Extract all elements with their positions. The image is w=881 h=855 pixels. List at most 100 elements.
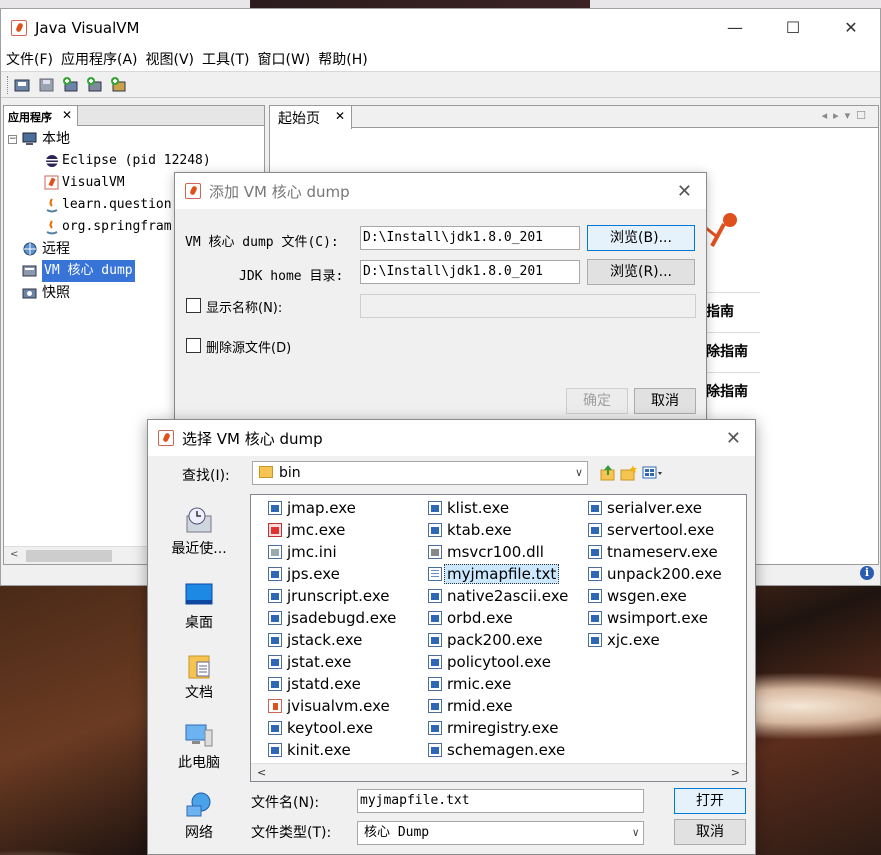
computer-icon: [183, 720, 215, 750]
place-recent-label: 最近使...: [171, 541, 227, 557]
save-icon[interactable]: [37, 75, 57, 95]
collapse-icon[interactable]: −: [8, 135, 17, 144]
file-item[interactable]: myjmapfile.txt: [427, 563, 568, 585]
scroll-left-icon[interactable]: <: [257, 766, 266, 779]
place-desktop[interactable]: 桌面: [156, 580, 242, 632]
view-menu-icon[interactable]: [642, 464, 664, 482]
file-item[interactable]: policytool.exe: [427, 651, 568, 673]
add-remote-host-icon[interactable]: [85, 75, 105, 95]
display-name-field[interactable]: [360, 294, 696, 318]
file-list-horizontal-scrollbar[interactable]: < >: [251, 763, 746, 781]
file-item[interactable]: ktab.exe: [427, 519, 568, 541]
file-item[interactable]: jmc.ini: [267, 541, 396, 563]
dump-file-field[interactable]: D:\Install\jdk1.8.0_201: [360, 226, 580, 250]
jdk-home-field[interactable]: D:\Install\jdk1.8.0_201: [360, 260, 580, 284]
file-item[interactable]: tnameserv.exe: [587, 541, 722, 563]
file-item[interactable]: servertool.exe: [587, 519, 722, 541]
desktop-background-top: [0, 0, 881, 8]
file-item[interactable]: kinit.exe: [267, 739, 396, 761]
file-name: xjc.exe: [607, 631, 660, 649]
file-item[interactable]: serialver.exe: [587, 497, 722, 519]
maximize-button[interactable]: ☐: [764, 9, 822, 46]
menu-tools[interactable]: 工具(T): [199, 49, 252, 69]
info-icon[interactable]: i: [860, 566, 874, 580]
file-item[interactable]: jstat.exe: [267, 651, 396, 673]
file-item[interactable]: jsadebugd.exe: [267, 607, 396, 629]
menu-view[interactable]: 视图(V): [143, 49, 198, 69]
file-item[interactable]: jps.exe: [267, 563, 396, 585]
place-network[interactable]: 网络: [156, 790, 242, 842]
file-item[interactable]: msvcr100.dll: [427, 541, 568, 563]
file-item[interactable]: jvisualvm.exe: [267, 695, 396, 717]
tab-start-page[interactable]: 起始页 ✕: [270, 106, 352, 129]
file-name: myjmapfile.txt: [444, 564, 560, 584]
up-folder-icon[interactable]: [600, 464, 616, 482]
file-item[interactable]: klist.exe: [427, 497, 568, 519]
documents-icon: [183, 650, 215, 680]
menu-window[interactable]: 窗口(W): [255, 49, 314, 69]
cancel-button[interactable]: 取消: [634, 388, 696, 414]
display-name-checkbox[interactable]: [186, 298, 201, 313]
file-item[interactable]: jmc.exe: [267, 519, 396, 541]
executable-icon: [268, 589, 282, 603]
filetype-combo[interactable]: 核心 Dump ∨: [357, 821, 644, 845]
place-recent[interactable]: 最近使...: [156, 506, 242, 558]
dialog-close-button[interactable]: ✕: [677, 181, 692, 202]
executable-icon: [268, 655, 282, 669]
menu-help[interactable]: 帮助(H): [315, 49, 370, 69]
tree-node-eclipse[interactable]: Eclipse (pid 12248): [4, 150, 264, 172]
scrollbar-thumb[interactable]: [26, 550, 112, 562]
close-button[interactable]: ✕: [822, 9, 880, 46]
add-core-dump-icon[interactable]: [109, 75, 129, 95]
file-item[interactable]: jmap.exe: [267, 497, 396, 519]
file-item[interactable]: unpack200.exe: [587, 563, 722, 585]
file-item[interactable]: schemagen.exe: [427, 739, 568, 761]
file-item[interactable]: jstack.exe: [267, 629, 396, 651]
delete-source-checkbox[interactable]: [186, 338, 201, 353]
place-this-pc[interactable]: 此电脑: [156, 720, 242, 772]
scroll-left-icon[interactable]: <: [10, 549, 18, 560]
chooser-cancel-button[interactable]: 取消: [674, 819, 746, 845]
file-item[interactable]: wsgen.exe: [587, 585, 722, 607]
tab-navigation-icons[interactable]: ◂▸▾☐: [822, 109, 872, 122]
guide-link-3[interactable]: 除指南: [706, 372, 760, 410]
tab-close-icon[interactable]: ✕: [335, 109, 345, 123]
tree-node-local[interactable]: − 本地: [4, 128, 264, 150]
open-button[interactable]: 打开: [674, 788, 746, 814]
file-name: schemagen.exe: [447, 741, 566, 759]
place-documents-label: 文档: [185, 685, 213, 701]
file-item[interactable]: rmic.exe: [427, 673, 568, 695]
guide-link-2[interactable]: 除指南: [706, 332, 760, 370]
tab-applications[interactable]: 应用程序 ✕: [4, 106, 78, 126]
file-item[interactable]: rmiregistry.exe: [427, 717, 568, 739]
chooser-close-button[interactable]: ✕: [726, 428, 741, 449]
browse-dump-button[interactable]: 浏览(B)...: [587, 225, 695, 251]
place-documents[interactable]: 文档: [156, 650, 242, 702]
guide-link-1[interactable]: 指南: [706, 292, 760, 330]
scroll-right-icon[interactable]: >: [731, 766, 740, 779]
file-item[interactable]: keytool.exe: [267, 717, 396, 739]
ok-button[interactable]: 确定: [566, 388, 628, 414]
browse-jdk-button[interactable]: 浏览(R)...: [587, 259, 695, 285]
menu-file[interactable]: 文件(F): [3, 49, 56, 69]
file-item[interactable]: orbd.exe: [427, 607, 568, 629]
file-item[interactable]: wsimport.exe: [587, 607, 722, 629]
tab-close-icon[interactable]: ✕: [62, 108, 72, 122]
tree-label-learn-question: learn.question: [62, 197, 172, 212]
lookin-combo[interactable]: bin ∨: [252, 461, 588, 485]
file-item[interactable]: pack200.exe: [427, 629, 568, 651]
dialog-title: 添加 VM 核心 dump: [209, 182, 350, 201]
menu-applications[interactable]: 应用程序(A): [58, 49, 141, 69]
file-item[interactable]: jrunscript.exe: [267, 585, 396, 607]
load-snapshot-icon[interactable]: [13, 75, 33, 95]
executable-icon: [588, 611, 602, 625]
file-item[interactable]: rmid.exe: [427, 695, 568, 717]
filename-field[interactable]: myjmapfile.txt: [357, 789, 644, 813]
new-folder-icon[interactable]: [620, 464, 638, 482]
file-item[interactable]: jstatd.exe: [267, 673, 396, 695]
minimize-button[interactable]: —: [706, 9, 764, 46]
add-jmx-connection-icon[interactable]: [61, 75, 81, 95]
java-process-icon: [46, 198, 58, 213]
file-item[interactable]: native2ascii.exe: [427, 585, 568, 607]
file-item[interactable]: xjc.exe: [587, 629, 722, 651]
